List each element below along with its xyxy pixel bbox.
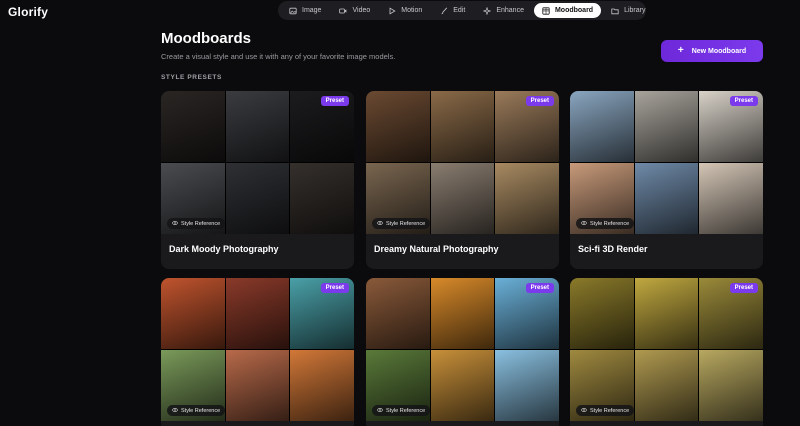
preset-badge: Preset	[729, 96, 758, 106]
moodboard-card[interactable]: Preset Style Reference	[570, 278, 763, 426]
new-moodboard-label: New Moodboard	[691, 47, 747, 55]
mosaic-image	[699, 350, 763, 421]
preset-badge: Preset	[729, 283, 758, 293]
moodboard-card[interactable]: Preset Style Reference Dark Moody Photogra…	[161, 91, 354, 269]
card-title: Sci-fi 3D Render	[578, 244, 648, 254]
page-title: Moodboards	[161, 30, 251, 47]
preset-badge: Preset	[525, 283, 554, 293]
mosaic-image	[290, 350, 354, 421]
style-reference-label: Style Reference	[590, 220, 630, 227]
moodboard-card[interactable]: Preset Style Reference	[161, 278, 354, 426]
mosaic-image	[430, 350, 495, 421]
folder-icon	[611, 8, 619, 14]
card-image-mosaic	[161, 278, 354, 421]
page-subtitle: Create a visual style and use it with an…	[161, 52, 396, 61]
eye-icon	[172, 407, 178, 415]
nav-enhance-label: Enhance	[496, 7, 524, 14]
play-icon	[389, 7, 396, 14]
nav-library[interactable]: Library	[603, 3, 653, 18]
style-reference-chip[interactable]: Style Reference	[576, 405, 635, 416]
card-image-mosaic	[570, 91, 763, 234]
sparkle-icon	[483, 6, 492, 15]
nav-enhance[interactable]: Enhance	[475, 3, 532, 18]
preset-badge: Preset	[320, 96, 349, 106]
card-image-mosaic	[366, 91, 559, 234]
style-reference-chip[interactable]: Style Reference	[167, 218, 226, 229]
card-title: Dreamy Natural Photography	[374, 244, 499, 254]
eye-icon	[581, 220, 587, 228]
card-image-mosaic	[366, 278, 559, 421]
eye-icon	[377, 220, 383, 228]
style-reference-chip[interactable]: Style Reference	[372, 405, 431, 416]
style-reference-label: Style Reference	[386, 407, 426, 414]
nav-motion[interactable]: Motion	[380, 3, 430, 18]
moodboard-card[interactable]: Preset Style Reference Sci-fi 3D Render	[570, 91, 763, 269]
style-reference-chip[interactable]: Style Reference	[167, 405, 226, 416]
mosaic-image	[225, 278, 290, 349]
nav-edit-label: Edit	[453, 7, 466, 14]
nav-video-label: Video	[352, 7, 371, 14]
nav-moodboard[interactable]: Moodboard	[533, 3, 602, 18]
grid-icon	[542, 6, 550, 15]
mosaic-image	[290, 163, 354, 234]
nav-motion-label: Motion	[401, 7, 423, 14]
mosaic-image	[430, 163, 495, 234]
nav-image[interactable]: Image	[281, 3, 329, 18]
mosaic-image	[634, 91, 699, 162]
style-reference-label: Style Reference	[590, 407, 630, 414]
style-reference-label: Style Reference	[386, 220, 426, 227]
style-reference-label: Style Reference	[181, 220, 221, 227]
eye-icon	[172, 220, 178, 228]
mosaic-image	[225, 163, 290, 234]
style-reference-label: Style Reference	[181, 407, 221, 414]
new-moodboard-button[interactable]: + New Moodboard	[661, 40, 763, 62]
mosaic-image	[570, 91, 634, 162]
mosaic-image	[430, 278, 495, 349]
image-icon	[289, 7, 297, 14]
nav-video[interactable]: Video	[331, 3, 378, 18]
mosaic-image	[430, 91, 495, 162]
nav-moodboard-label: Moodboard	[554, 7, 594, 14]
mosaic-image	[225, 91, 290, 162]
mosaic-image	[161, 91, 225, 162]
nav-edit[interactable]: Edit	[432, 3, 473, 18]
brush-icon	[441, 7, 448, 14]
preset-badge: Preset	[525, 96, 554, 106]
mosaic-image	[366, 91, 430, 162]
card-title: Dark Moody Photography	[169, 244, 279, 254]
mosaic-image	[699, 163, 763, 234]
mosaic-image	[570, 278, 634, 349]
preset-badge: Preset	[320, 283, 349, 293]
mosaic-image	[161, 278, 225, 349]
eye-icon	[581, 407, 587, 415]
mosaic-image	[634, 350, 699, 421]
app-logo[interactable]: Glorify	[8, 5, 48, 19]
plus-icon: +	[677, 45, 684, 56]
moodboard-card[interactable]: Preset Style Reference	[366, 278, 559, 426]
top-navigation: Image Video Motion Edit Enhance Moodboar…	[278, 1, 646, 20]
nav-image-label: Image	[302, 7, 322, 14]
mosaic-image	[225, 350, 290, 421]
mosaic-image	[634, 163, 699, 234]
style-reference-chip[interactable]: Style Reference	[576, 218, 635, 229]
mosaic-image	[634, 278, 699, 349]
video-icon	[339, 8, 347, 13]
nav-library-label: Library	[624, 7, 646, 14]
style-reference-chip[interactable]: Style Reference	[372, 218, 431, 229]
card-image-mosaic	[570, 278, 763, 421]
mosaic-image	[495, 163, 559, 234]
card-image-mosaic	[161, 91, 354, 234]
section-label: STYLE PRESETS	[161, 74, 222, 81]
eye-icon	[377, 407, 383, 415]
mosaic-image	[366, 278, 430, 349]
mosaic-image	[495, 350, 559, 421]
moodboard-card[interactable]: Preset Style Reference Dreamy Natural Phot…	[366, 91, 559, 269]
